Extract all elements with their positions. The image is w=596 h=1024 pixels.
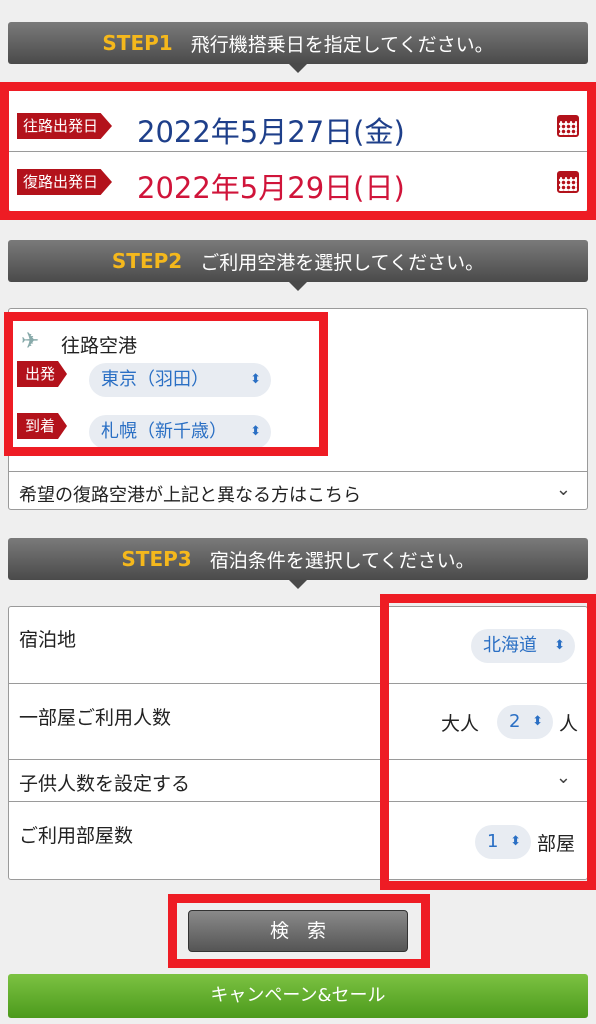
- step1-number: STEP1: [102, 31, 173, 55]
- return-date-row[interactable]: 復路出発日 2022年5月29日(日): [9, 153, 587, 211]
- rooms-count-select[interactable]: 1 ⬍: [475, 825, 531, 859]
- return-date-tag: 復路出発日: [17, 169, 113, 195]
- depart-airport-select[interactable]: 東京（羽田） ⬍: [89, 363, 271, 397]
- adult-count-select[interactable]: 2 ⬍: [497, 705, 553, 739]
- divider: [9, 801, 587, 802]
- chevron-down-icon[interactable]: ⌄: [556, 479, 571, 500]
- rooms-count-value: 1: [487, 831, 499, 852]
- return-airport-link[interactable]: 希望の復路空港が上記と異なる方はこちら: [19, 481, 361, 507]
- updown-icon: ⬍: [554, 638, 565, 653]
- airport-panel: ✈ 往路空港 出発 東京（羽田） ⬍ 到着 札幌（新千歳） ⬍ 希望の復路空港が…: [8, 308, 588, 510]
- people-label: 一部屋ご利用人数: [19, 707, 172, 729]
- calendar-icon[interactable]: [557, 171, 579, 193]
- step2-number: STEP2: [111, 249, 183, 273]
- outbound-date-row[interactable]: 往路出発日 2022年5月27日(金): [9, 97, 587, 155]
- step1-header: STEP1 飛行機搭乗日を指定してください。: [8, 22, 588, 73]
- outbound-date-value[interactable]: 2022年5月27日(金): [137, 109, 405, 151]
- return-airport-toggle[interactable]: 希望の復路空港が上記と異なる方はこちら ⌄: [9, 472, 587, 510]
- rooms-suffix: 部屋: [537, 833, 576, 855]
- adult-suffix: 人: [559, 713, 579, 735]
- step3-arrow: [289, 580, 307, 589]
- chevron-down-icon[interactable]: ⌄: [556, 767, 571, 788]
- arrive-airport-value: 札幌（新千歳）: [101, 421, 227, 442]
- stay-place-select[interactable]: 北海道 ⬍: [471, 629, 575, 663]
- step3-number: STEP3: [121, 547, 192, 571]
- airplane-icon: ✈: [21, 329, 40, 354]
- adult-count-value: 2: [509, 711, 521, 732]
- return-date-value[interactable]: 2022年5月29日(日): [137, 165, 405, 207]
- stay-place-label: 宿泊地: [19, 629, 77, 651]
- arrive-airport-select[interactable]: 札幌（新千歳） ⬍: [89, 415, 271, 449]
- adult-prefix: 大人: [441, 713, 480, 735]
- date-panel: 往路出発日 2022年5月27日(金) 復路出発日 2022年5月29日(日): [8, 88, 588, 212]
- updown-icon: ⬍: [510, 834, 521, 849]
- updown-icon: ⬍: [250, 372, 261, 387]
- stay-place-value: 北海道: [483, 635, 537, 656]
- search-button[interactable]: 検索: [188, 910, 408, 952]
- divider: [9, 151, 587, 152]
- stay-panel: 宿泊地 北海道 ⬍ 一部屋ご利用人数 大人 2 ⬍ 人 子供人数を設定する ⌄ …: [8, 606, 588, 880]
- arrive-tag: 到着: [17, 413, 67, 439]
- step2-title: ご利用空港を選択してください。: [200, 251, 485, 274]
- depart-tag: 出発: [17, 361, 67, 387]
- updown-icon: ⬍: [532, 714, 543, 729]
- rooms-label: ご利用部屋数: [19, 825, 134, 847]
- children-label[interactable]: 子供人数を設定する: [19, 769, 190, 796]
- depart-airport-value: 東京（羽田）: [101, 369, 209, 390]
- step2-header: STEP2 ご利用空港を選択してください。: [8, 240, 588, 291]
- outbound-airport-heading: 往路空港: [61, 335, 138, 357]
- calendar-icon[interactable]: [557, 115, 579, 137]
- step3-header: STEP3 宿泊条件を選択してください。: [8, 538, 588, 589]
- step2-arrow: [289, 282, 307, 291]
- step3-title: 宿泊条件を選択してください。: [209, 549, 475, 572]
- campaign-sale-button[interactable]: キャンペーン&セール: [8, 974, 588, 1018]
- children-toggle[interactable]: 子供人数を設定する ⌄: [9, 760, 587, 800]
- outbound-date-tag: 往路出発日: [17, 113, 113, 139]
- step1-title: 飛行機搭乗日を指定してください。: [190, 33, 494, 56]
- step1-arrow: [289, 64, 307, 73]
- updown-icon: ⬍: [250, 424, 261, 439]
- divider: [9, 683, 587, 684]
